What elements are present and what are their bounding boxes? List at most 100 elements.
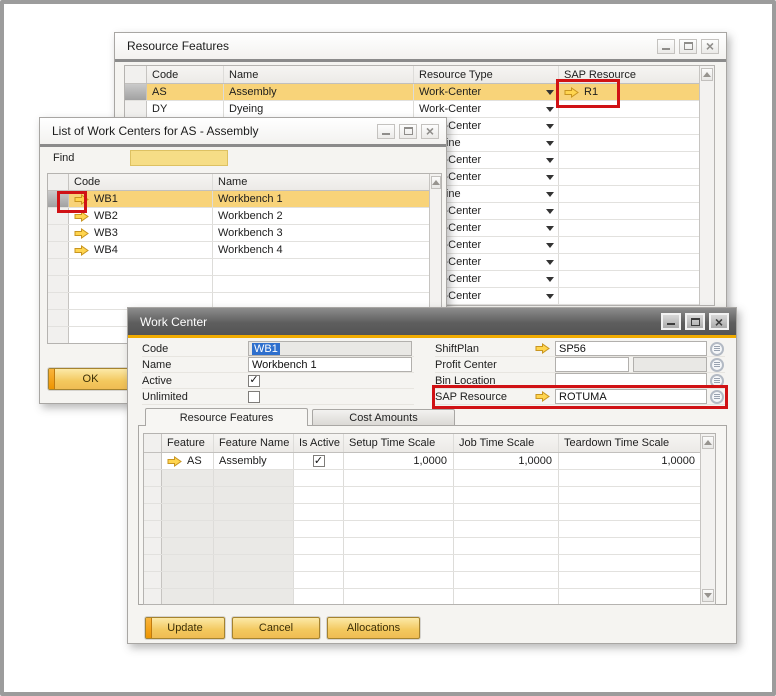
work-center-list-titlebar[interactable]: List of Work Centers for AS - Assembly × (40, 118, 446, 144)
window-controls: × (661, 313, 736, 330)
table-row[interactable]: WB2 Workbench 2 (48, 208, 441, 225)
link-arrow-icon[interactable] (167, 456, 182, 467)
allocations-button[interactable]: Allocations (327, 617, 420, 639)
vertical-scrollbar[interactable] (700, 434, 715, 604)
code-row: Code WB1 (142, 341, 414, 357)
tab-cost-amounts[interactable]: Cost Amounts (312, 409, 455, 426)
update-button[interactable]: Update (145, 617, 225, 639)
choose-from-list-icon[interactable] (710, 374, 724, 388)
dropdown-icon[interactable] (546, 107, 554, 112)
choose-from-list-icon[interactable] (710, 342, 724, 356)
name-label: Name (142, 359, 248, 371)
close-icon[interactable]: × (709, 313, 729, 330)
profit-center-field[interactable] (555, 357, 629, 372)
dropdown-icon[interactable] (546, 192, 554, 197)
link-arrow-icon[interactable] (74, 194, 89, 205)
table-row-empty[interactable] (144, 521, 715, 538)
minimize-icon[interactable] (661, 313, 681, 330)
profit-center-field-2[interactable] (633, 357, 707, 372)
close-icon[interactable]: × (701, 39, 719, 54)
col-job-time-scale[interactable]: Job Time Scale (454, 434, 559, 452)
table-row[interactable]: WB1 Workbench 1 (48, 191, 441, 208)
sap-resource-field[interactable]: ROTUMA (555, 389, 707, 404)
maximize-icon[interactable] (399, 124, 417, 139)
table-row-empty[interactable] (144, 555, 715, 572)
code-label: Code (142, 343, 248, 355)
code-field[interactable]: WB1 (248, 341, 412, 356)
table-header: Code Name Resource Type SAP Resource (125, 66, 714, 84)
col-code[interactable]: Code (69, 174, 213, 190)
is-active-checkbox[interactable]: ✓ (313, 455, 325, 467)
link-arrow-icon[interactable] (74, 228, 89, 239)
table-row[interactable]: WB3 Workbench 3 (48, 225, 441, 242)
close-icon[interactable]: × (421, 124, 439, 139)
tab-resource-features[interactable]: Resource Features (145, 408, 308, 426)
cancel-button[interactable]: Cancel (232, 617, 320, 639)
table-row[interactable]: AS Assembly ✓ 1,0000 1,0000 1,0000 (144, 453, 715, 470)
table-row-empty[interactable] (144, 538, 715, 555)
row-selector[interactable] (125, 84, 147, 100)
profit-center-row: Profit Center (435, 357, 725, 373)
col-resource-type[interactable]: Resource Type (414, 66, 559, 83)
col-name[interactable]: Name (224, 66, 414, 83)
table-row-empty[interactable] (144, 470, 715, 487)
dropdown-icon[interactable] (546, 277, 554, 282)
name-field[interactable]: Workbench 1 (248, 357, 412, 372)
table-row-empty[interactable] (144, 487, 715, 504)
scroll-down-icon[interactable] (702, 589, 714, 602)
bin-location-field[interactable] (555, 373, 707, 388)
name-row: Name Workbench 1 (142, 357, 414, 373)
window-title: Work Center (140, 315, 207, 329)
dropdown-icon[interactable] (546, 158, 554, 163)
table-row-empty[interactable] (144, 504, 715, 521)
dropdown-icon[interactable] (546, 226, 554, 231)
dropdown-icon[interactable] (546, 141, 554, 146)
dropdown-icon[interactable] (546, 90, 554, 95)
table-row-empty[interactable] (144, 589, 715, 605)
col-teardown-time-scale[interactable]: Teardown Time Scale (559, 434, 702, 452)
table-row-empty[interactable] (48, 259, 441, 276)
table-row[interactable]: AS Assembly Work-Center R1 (125, 84, 714, 101)
resource-features-titlebar[interactable]: Resource Features × (115, 33, 726, 59)
dropdown-icon[interactable] (546, 175, 554, 180)
row-selector[interactable] (144, 453, 162, 469)
table-row-empty[interactable] (144, 572, 715, 589)
dropdown-icon[interactable] (546, 294, 554, 299)
dropdown-icon[interactable] (546, 243, 554, 248)
link-arrow-icon[interactable] (74, 245, 89, 256)
link-arrow-icon[interactable] (535, 391, 550, 402)
minimize-icon[interactable] (377, 124, 395, 139)
choose-from-list-icon[interactable] (710, 358, 724, 372)
active-checkbox[interactable]: ✓ (248, 375, 260, 387)
dropdown-icon[interactable] (546, 260, 554, 265)
scroll-up-icon[interactable] (701, 68, 713, 81)
table-row-empty[interactable] (48, 276, 441, 293)
find-input[interactable] (130, 150, 228, 166)
maximize-icon[interactable] (679, 39, 697, 54)
maximize-icon[interactable] (685, 313, 705, 330)
col-feature-name[interactable]: Feature Name (214, 434, 294, 452)
choose-from-list-icon[interactable] (710, 390, 724, 404)
col-name[interactable]: Name (213, 174, 431, 190)
dropdown-icon[interactable] (546, 124, 554, 129)
row-selector[interactable] (48, 191, 69, 207)
link-arrow-icon[interactable] (74, 211, 89, 222)
link-arrow-icon[interactable] (564, 87, 579, 98)
ok-button[interactable]: OK (48, 368, 133, 390)
col-setup-time-scale[interactable]: Setup Time Scale (344, 434, 454, 452)
work-center-titlebar[interactable]: Work Center × (128, 308, 736, 335)
col-code[interactable]: Code (147, 66, 224, 83)
col-sap-resource[interactable]: SAP Resource (559, 66, 701, 83)
unlimited-checkbox[interactable] (248, 391, 260, 403)
dropdown-icon[interactable] (546, 209, 554, 214)
scroll-up-icon[interactable] (431, 176, 441, 189)
col-is-active[interactable]: Is Active (294, 434, 344, 452)
link-arrow-icon[interactable] (535, 343, 550, 354)
col-feature[interactable]: Feature (162, 434, 214, 452)
shiftplan-field[interactable]: SP56 (555, 341, 707, 356)
minimize-icon[interactable] (657, 39, 675, 54)
table-row[interactable]: WB4 Workbench 4 (48, 242, 441, 259)
table-row[interactable]: DY Dyeing Work-Center (125, 101, 714, 118)
vertical-scrollbar[interactable] (699, 66, 714, 305)
scroll-up-icon[interactable] (702, 436, 714, 449)
